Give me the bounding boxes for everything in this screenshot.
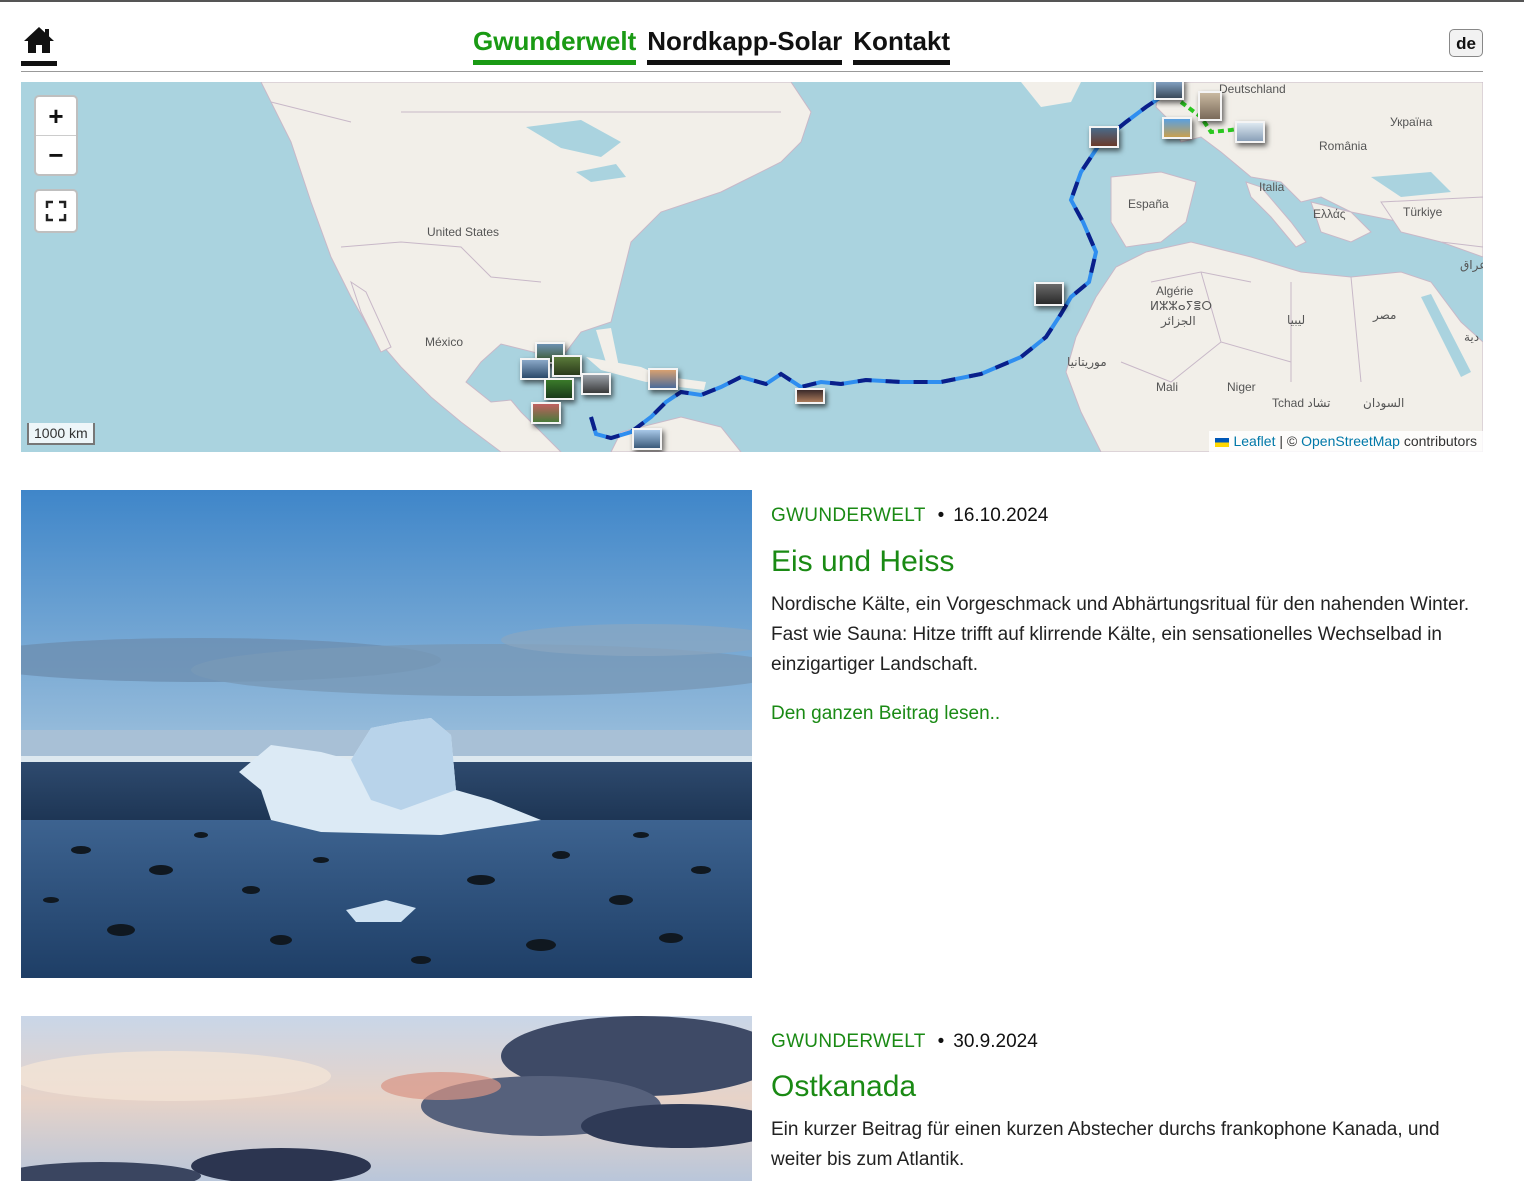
- photo-marker[interactable]: [1162, 117, 1192, 139]
- map-attribution: Leaflet | © OpenStreetMap contributors: [1209, 431, 1483, 452]
- zoom-in-button[interactable]: +: [36, 97, 76, 136]
- main-nav: Gwunderwelt Nordkapp-Solar Kontakt: [473, 26, 951, 65]
- post-category[interactable]: GWUNDERWELT: [771, 1031, 926, 1052]
- label-espana: España: [1128, 197, 1169, 211]
- nav-gwunderwelt[interactable]: Gwunderwelt: [473, 26, 637, 65]
- nav-kontakt[interactable]: Kontakt: [853, 26, 951, 65]
- photo-marker[interactable]: [1034, 282, 1064, 306]
- home-underline: [21, 61, 57, 66]
- fullscreen-icon: [45, 200, 67, 222]
- home-icon: [24, 27, 54, 53]
- photo-marker[interactable]: [552, 355, 582, 377]
- post-meta: GWUNDERWELT • 16.10.2024: [771, 505, 1048, 527]
- meta-separator-dot: •: [937, 1031, 945, 1052]
- post-image-ostkanada[interactable]: [21, 1016, 752, 1181]
- label-iraq: عراق: [1460, 258, 1483, 272]
- ukraine-flag-icon: [1215, 437, 1230, 447]
- fullscreen-button[interactable]: [34, 189, 78, 233]
- attribution-suffix: contributors: [1403, 433, 1477, 449]
- label-mali: Mali: [1156, 380, 1179, 394]
- post-excerpt: Nordische Kälte, ein Vorgeschmack und Ab…: [771, 594, 1470, 675]
- map-scale: 1000 km: [27, 423, 95, 445]
- photo-marker[interactable]: [531, 402, 561, 424]
- label-united-states: United States: [427, 225, 500, 239]
- label-egypt: مصر: [1373, 308, 1397, 322]
- photo-marker[interactable]: [544, 378, 574, 400]
- photo-marker[interactable]: [1235, 121, 1265, 143]
- top-border: [0, 0, 1524, 2]
- post-meta: GWUNDERWELT • 30.9.2024: [771, 1031, 1038, 1053]
- sunset-photo: [21, 1016, 752, 1181]
- label-libya: ليبيا: [1287, 313, 1306, 327]
- meta-separator-dot: •: [937, 505, 945, 526]
- label-niger: Niger: [1227, 380, 1256, 394]
- zoom-out-button[interactable]: −: [36, 136, 76, 174]
- iceberg-photo: [21, 490, 752, 978]
- osm-link[interactable]: OpenStreetMap: [1301, 433, 1400, 449]
- label-romania: România: [1319, 139, 1368, 153]
- label-algerie-tifinagh: ⵍⵣⵣⴰⵢⴻⵔ: [1150, 299, 1213, 313]
- post-date: 30.9.2024: [953, 1031, 1038, 1052]
- photo-marker[interactable]: [1089, 126, 1119, 148]
- label-ellas: Ελλάς: [1313, 207, 1346, 221]
- post-category[interactable]: GWUNDERWELT: [771, 505, 926, 526]
- label-ukraina: Україна: [1390, 115, 1433, 129]
- label-saudi: دية: [1464, 330, 1480, 344]
- zoom-control: + −: [34, 95, 78, 176]
- photo-marker[interactable]: [1154, 82, 1184, 100]
- leaflet-link[interactable]: Leaflet: [1233, 433, 1275, 449]
- label-italia: Italia: [1259, 180, 1285, 194]
- read-more-link[interactable]: Den ganzen Beitrag lesen..: [771, 703, 1000, 725]
- nav-nordkapp-solar[interactable]: Nordkapp-Solar: [647, 26, 843, 65]
- photo-marker[interactable]: [1198, 91, 1222, 121]
- post-image-eis-und-heiss[interactable]: [21, 490, 752, 978]
- site-header: Gwunderwelt Nordkapp-Solar Kontakt de: [21, 20, 1483, 72]
- photo-marker[interactable]: [648, 368, 678, 390]
- post-date: 16.10.2024: [953, 505, 1049, 526]
- language-switch[interactable]: de: [1449, 29, 1483, 57]
- photo-marker[interactable]: [520, 358, 550, 380]
- label-turkiye: Türkiye: [1403, 205, 1443, 219]
- post-title[interactable]: Eis und Heiss: [771, 545, 954, 579]
- home-link[interactable]: [21, 26, 57, 66]
- label-mexico: México: [425, 335, 464, 349]
- label-deutschland: Deutschland: [1219, 82, 1286, 96]
- route-map[interactable]: United States México Deutschland Україна…: [21, 82, 1483, 452]
- photo-marker[interactable]: [795, 388, 825, 404]
- label-algerie-ar: الجزائر: [1161, 314, 1196, 328]
- label-mauritania: موريتانيا: [1067, 355, 1107, 369]
- photo-marker[interactable]: [632, 428, 662, 450]
- post-excerpt: Ein kurzer Beitrag für einen kurzen Abst…: [771, 1119, 1440, 1170]
- post-title[interactable]: Ostkanada: [771, 1070, 916, 1104]
- attribution-separator: | ©: [1279, 433, 1298, 449]
- label-tchad: Tchad تشاد: [1272, 396, 1331, 410]
- label-sudan: السودان: [1363, 396, 1405, 410]
- photo-marker[interactable]: [581, 373, 611, 395]
- label-algerie: Algérie: [1156, 284, 1194, 298]
